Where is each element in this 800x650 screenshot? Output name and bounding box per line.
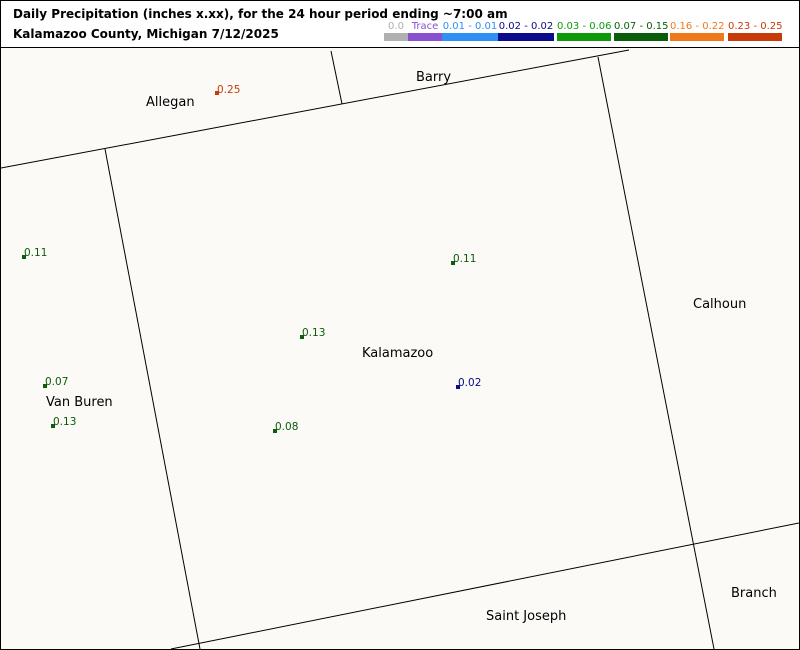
station-value: 0.11 — [24, 247, 47, 259]
station: 0.08 — [273, 421, 298, 433]
boundary-allegan-barry — [330, 50, 343, 105]
county-label-branch: Branch — [731, 586, 777, 601]
station: 0.07 — [43, 376, 68, 388]
station-value: 0.11 — [453, 253, 476, 265]
map-frame: Daily Precipitation (inches x.xx), for t… — [0, 0, 800, 650]
county-label-barry: Barry — [416, 70, 451, 85]
legend-swatch — [384, 33, 408, 41]
legend-item-trace: Trace — [408, 21, 442, 41]
county-map: Barry Allegan Calhoun Kalamazoo Van Bure… — [1, 49, 799, 649]
legend-swatch — [557, 33, 611, 41]
station: 0.13 — [51, 416, 76, 428]
legend-label: 0.23 - 0.25 — [728, 21, 783, 32]
county-label-allegan: Allegan — [146, 95, 195, 110]
station: 0.13 — [300, 327, 325, 339]
legend-item-007-015: 0.07 - 0.15 — [614, 21, 669, 41]
legend-label: Trace — [411, 21, 439, 32]
station-value: 0.13 — [302, 327, 325, 339]
legend-swatch — [614, 33, 668, 41]
boundary-west — [104, 148, 201, 649]
station-value: 0.07 — [45, 376, 68, 388]
legend-label: 0.01 - 0.01 — [442, 21, 498, 32]
station-value: 0.25 — [217, 84, 240, 96]
legend-label: 0.03 - 0.06 — [557, 21, 612, 32]
legend-swatch — [498, 33, 554, 41]
station: 0.02 — [456, 377, 481, 389]
legend-swatch — [442, 33, 498, 41]
county-label-saint-joseph: Saint Joseph — [486, 609, 566, 624]
map-subtitle: Kalamazoo County, Michigan 7/12/2025 — [13, 27, 279, 41]
boundary-north — [1, 49, 630, 169]
legend-item-023-025: 0.23 - 0.25 — [728, 21, 783, 41]
legend-swatch — [670, 33, 724, 41]
county-label-kalamazoo: Kalamazoo — [362, 346, 433, 361]
station-value: 0.02 — [458, 377, 481, 389]
legend-label: 0.0 — [388, 21, 404, 32]
legend-label: 0.07 - 0.15 — [614, 21, 669, 32]
legend-item-003-006: 0.03 - 0.06 — [557, 21, 612, 41]
legend-item-zero: 0.0 — [384, 21, 408, 41]
legend-label: 0.02 - 0.02 — [498, 21, 554, 32]
station: 0.11 — [451, 253, 476, 265]
map-header: Daily Precipitation (inches x.xx), for t… — [1, 1, 799, 48]
boundary-south — [170, 522, 799, 649]
station-value: 0.13 — [53, 416, 76, 428]
legend-label: 0.16 - 0.22 — [670, 21, 725, 32]
county-label-van-buren: Van Buren — [46, 395, 113, 410]
legend-item-001: 0.01 - 0.01 — [442, 21, 498, 41]
legend-item-002: 0.02 - 0.02 — [498, 21, 554, 41]
station-markers: 0.25 0.11 0.11 0.13 0.02 0.07 0.13 0.08 — [22, 84, 481, 433]
county-label-calhoun: Calhoun — [693, 297, 746, 312]
county-labels: Barry Allegan Calhoun Kalamazoo Van Bure… — [46, 70, 777, 624]
legend-swatch — [408, 33, 442, 41]
legend-item-016-022: 0.16 - 0.22 — [670, 21, 725, 41]
map-title: Daily Precipitation (inches x.xx), for t… — [13, 7, 508, 21]
station: 0.25 — [215, 84, 240, 96]
station-value: 0.08 — [275, 421, 298, 433]
station: 0.11 — [22, 247, 47, 259]
legend-swatch — [728, 33, 782, 41]
